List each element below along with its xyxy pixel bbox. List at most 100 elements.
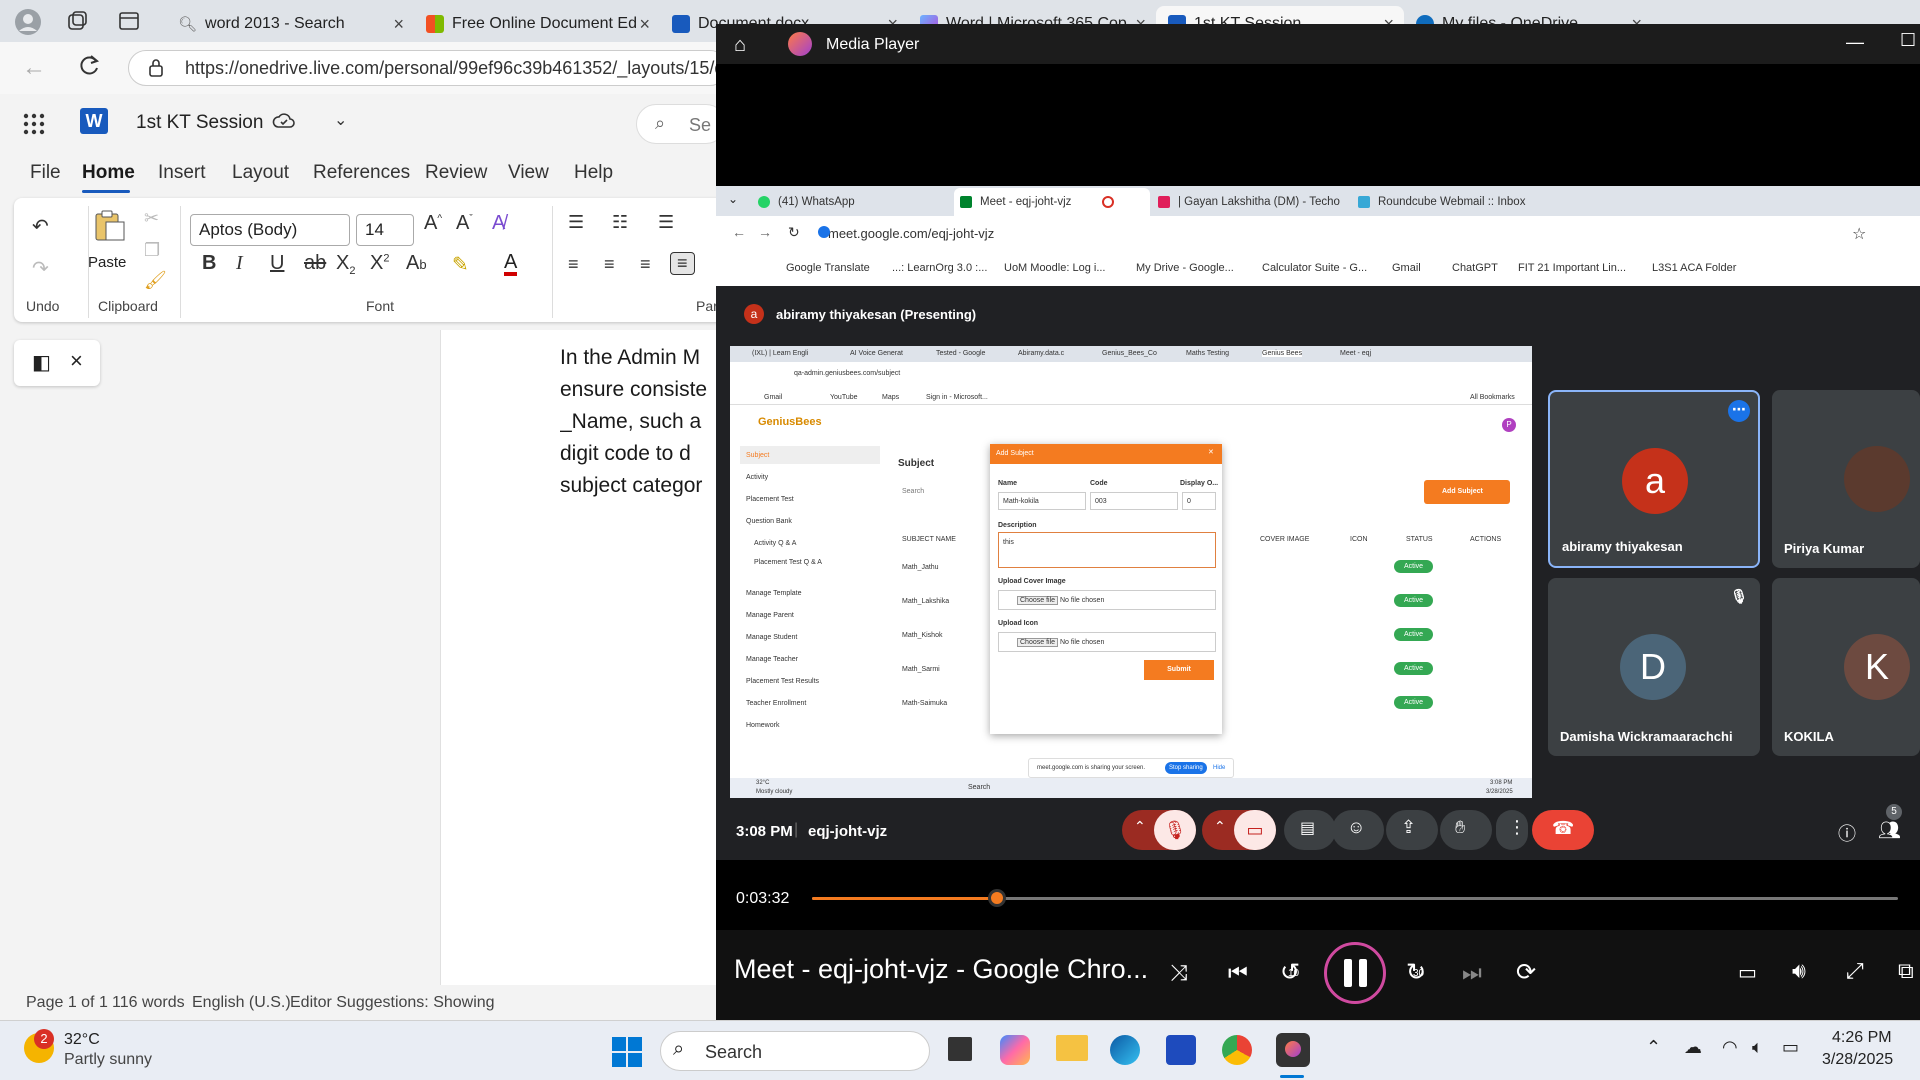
strikethrough-button[interactable]: ab <box>304 252 326 275</box>
mic-off-icon[interactable]: 🎙︎ <box>1154 810 1196 850</box>
people-icon[interactable]: 👥︎ <box>1878 820 1901 841</box>
editor-suggestions[interactable]: Editor Suggestions: Showing <box>290 994 495 1012</box>
font-color-icon[interactable]: A <box>504 252 518 276</box>
pause-button[interactable] <box>1324 942 1386 1004</box>
bookmark[interactable]: UoM Moodle: Log i... <box>1004 262 1106 274</box>
doc-title[interactable]: 1st KT Session <box>136 112 263 134</box>
multilevel-list-icon[interactable]: ☰ <box>658 212 674 233</box>
present-button[interactable]: ⇪ <box>1386 810 1438 850</box>
volume-icon[interactable]: 🔈︎ <box>1752 1037 1763 1058</box>
align-left-icon[interactable]: ≡ <box>568 254 579 275</box>
star-icon[interactable]: ☆ <box>1852 224 1866 244</box>
camera-control[interactable]: ⌃ ▭ <box>1202 810 1276 850</box>
participant-tile[interactable]: D 🎙︎ Damisha Wickramaarachchi <box>1548 578 1760 756</box>
tab-search-icon[interactable]: ⌄ <box>728 192 738 206</box>
undo-icon[interactable]: ↶ <box>32 214 49 239</box>
onedrive-off-icon[interactable]: ☁ <box>1684 1037 1702 1058</box>
chrome-icon[interactable] <box>1222 1035 1252 1065</box>
mic-control[interactable]: ⌃ 🎙︎ <box>1122 810 1196 850</box>
grow-font-button[interactable]: A^ <box>424 212 442 235</box>
tab-view[interactable]: View <box>508 162 549 184</box>
bookmark[interactable]: Calculator Suite - G... <box>1262 262 1367 274</box>
previous-icon[interactable]: ⏮︎ <box>1228 960 1248 986</box>
refresh-icon[interactable] <box>76 52 102 78</box>
tab-free-doc[interactable]: Free Online Document Ed × <box>414 6 660 42</box>
media-player-taskbar-icon[interactable] <box>1276 1033 1310 1067</box>
paste-label[interactable]: Paste <box>88 254 126 271</box>
bullets-icon[interactable]: ☰ <box>568 212 584 233</box>
fullscreen-icon[interactable]: ⤢ <box>1846 958 1864 984</box>
tab-references[interactable]: References <box>313 162 410 184</box>
chevron-down-icon[interactable]: ⌄ <box>334 110 347 130</box>
captured-url[interactable]: meet.google.com/eqj-joht-vjz <box>828 226 994 241</box>
camera-off-icon[interactable]: ▭ <box>1234 810 1276 850</box>
tab-layout[interactable]: Layout <box>232 162 289 184</box>
battery-icon[interactable]: ▭ <box>1782 1037 1799 1058</box>
app-launcher-icon[interactable] <box>22 112 46 136</box>
temperature[interactable]: 32°C <box>64 1031 100 1049</box>
back-arrow-icon[interactable]: ← <box>22 54 46 82</box>
reactions-button[interactable]: ☺ <box>1332 810 1384 850</box>
minimize-icon[interactable]: — <box>1846 32 1864 53</box>
weather-text[interactable]: Partly sunny <box>64 1051 152 1069</box>
participant-tile[interactable]: Piriya Kumar <box>1772 390 1920 568</box>
tab-file[interactable]: File <box>30 162 61 184</box>
bookmark[interactable]: Google Translate <box>786 262 870 274</box>
bookmark[interactable]: Gmail <box>1392 262 1421 274</box>
bookmark[interactable]: FIT 21 Important Lin... <box>1518 262 1626 274</box>
underline-button[interactable]: U <box>270 252 284 275</box>
tab-review[interactable]: Review <box>425 162 487 184</box>
back-arrow-icon[interactable]: ← <box>732 224 746 240</box>
bookmark[interactable]: ChatGPT <box>1452 262 1498 274</box>
raise-hand-button[interactable]: ✋︎ <box>1440 810 1492 850</box>
close-icon[interactable]: × <box>639 14 650 35</box>
shuffle-icon[interactable]: ⤨ <box>1170 960 1188 986</box>
align-right-icon[interactable]: ≡ <box>640 254 651 275</box>
url-field[interactable]: https://onedrive.live.com/personal/99ef9… <box>128 50 728 86</box>
repeat-icon[interactable]: ⟳ <box>1516 958 1536 987</box>
word-count[interactable]: 116 words <box>112 994 185 1012</box>
skip-back-button[interactable]: ↺ 10 <box>1280 958 1310 988</box>
windows-start-icon[interactable] <box>612 1037 642 1067</box>
tab-insert[interactable]: Insert <box>158 162 206 184</box>
paste-icon[interactable] <box>92 208 126 242</box>
close-icon[interactable]: × <box>70 348 83 374</box>
bold-button[interactable]: B <box>202 252 216 275</box>
more-options-icon[interactable]: ⋯ <box>1728 400 1750 422</box>
cut-icon[interactable]: ✂ <box>144 208 159 229</box>
chevron-up-icon[interactable]: ⌃ <box>1646 1037 1661 1058</box>
forward-arrow-icon[interactable]: → <box>758 224 772 240</box>
store-icon[interactable] <box>1166 1035 1196 1065</box>
copy-icon[interactable]: ❐ <box>144 240 160 261</box>
font-size-select[interactable]: 14 <box>356 214 414 246</box>
home-icon[interactable]: ⌂ <box>734 34 746 57</box>
nav-pane-icon[interactable]: ◧ <box>32 350 51 375</box>
participant-tile[interactable]: a ⋯ abiramy thiyakesan <box>1548 390 1760 568</box>
workspaces-icon[interactable] <box>66 10 88 32</box>
ctab-meet[interactable]: Meet - eqj-joht-vjz <box>954 188 1150 216</box>
tab-actions-icon[interactable] <box>118 10 140 32</box>
clear-format-icon[interactable]: A̸ <box>492 212 505 235</box>
task-view-icon[interactable] <box>948 1037 972 1061</box>
numbering-icon[interactable]: ☷ <box>612 212 628 233</box>
wifi-icon[interactable]: ◠ <box>1722 1037 1738 1058</box>
tab-home[interactable]: Home <box>82 162 135 184</box>
seek-thumb[interactable] <box>987 889 1006 907</box>
ctab-whatsapp[interactable]: (41) WhatsApp <box>752 188 952 216</box>
chevron-up-icon[interactable]: ⌃ <box>1214 818 1226 835</box>
redo-icon[interactable]: ↷ <box>32 256 49 281</box>
font-name-select[interactable]: Aptos (Body) <box>190 214 350 246</box>
file-explorer-icon[interactable] <box>1056 1035 1088 1061</box>
volume-icon[interactable]: 🔊︎ <box>1792 958 1806 984</box>
info-icon[interactable]: ⓘ <box>1838 820 1856 846</box>
align-center-icon[interactable]: ≡ <box>604 254 615 275</box>
close-icon[interactable]: × <box>393 14 404 35</box>
next-icon[interactable]: ⏭︎ <box>1462 960 1482 986</box>
bookmark[interactable]: ...: LearnOrg 3.0 :... <box>892 262 987 274</box>
bookmark[interactable]: My Drive - Google... <box>1136 262 1234 274</box>
italic-button[interactable]: I <box>236 252 243 275</box>
clock-time[interactable]: 4:26 PM <box>1832 1029 1892 1047</box>
copilot-icon[interactable] <box>1000 1035 1030 1065</box>
superscript-button[interactable]: X2 <box>370 252 389 275</box>
highlight-icon[interactable]: ✎ <box>452 252 469 277</box>
